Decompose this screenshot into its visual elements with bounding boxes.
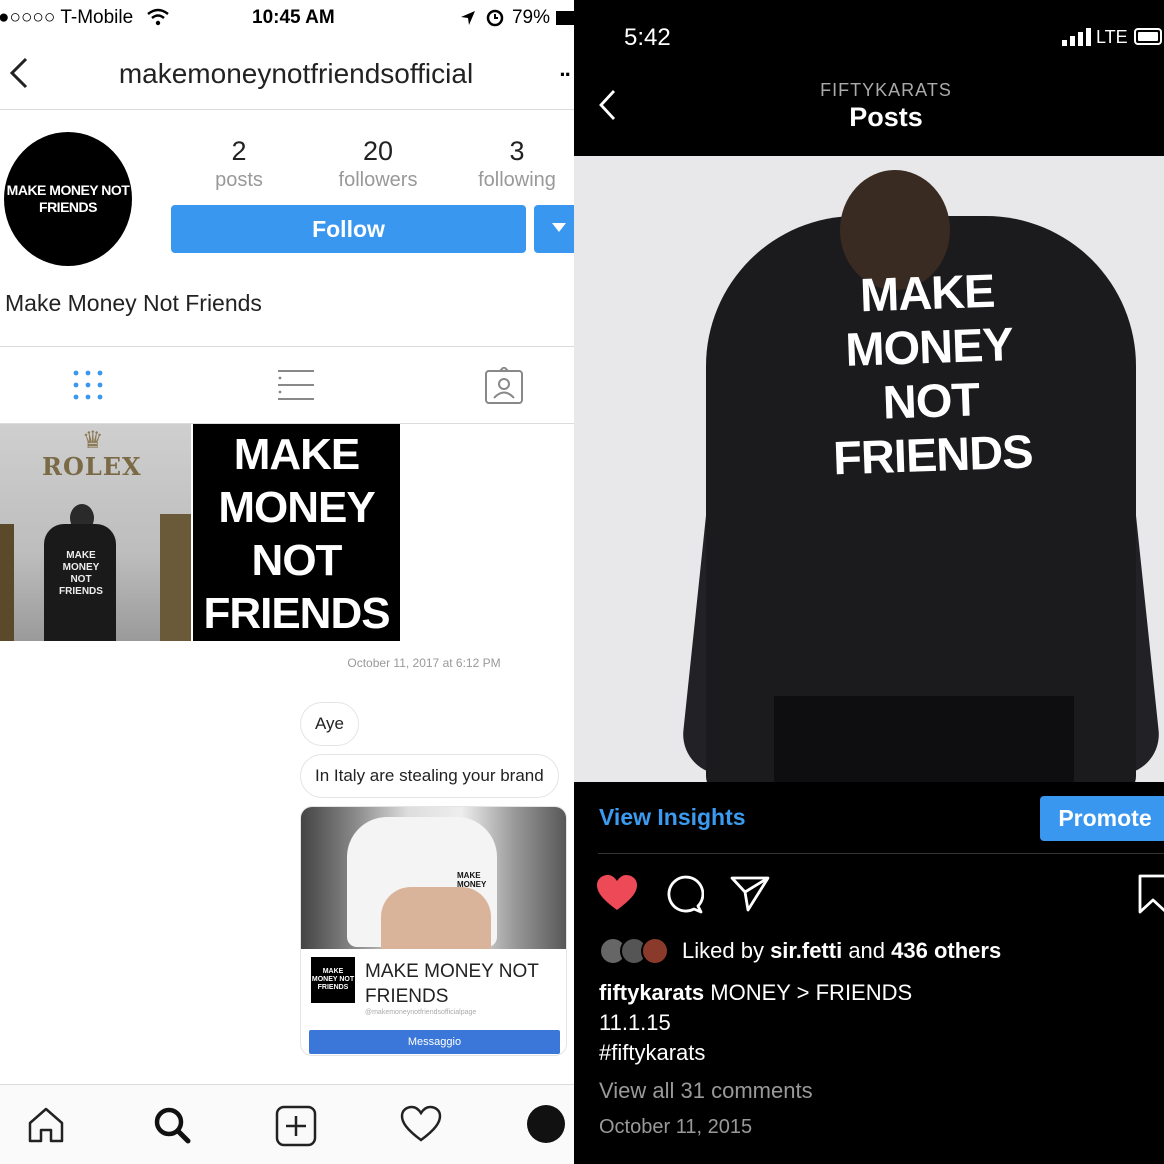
profile-avatar-icon[interactable] (527, 1105, 565, 1143)
liker-avatars[interactable] (598, 936, 674, 971)
jacket-print: MAKE MONEY NOT FRIENDS (816, 262, 1043, 486)
heart-filled-icon[interactable] (596, 874, 638, 912)
account-name: FIFTYKARATS (820, 80, 952, 100)
post-photo[interactable]: MAKE MONEY NOT FRIENDS (574, 156, 1164, 782)
alarm-icon (486, 9, 504, 27)
message-timestamp: October 11, 2017 at 6:12 PM (347, 656, 501, 670)
profile-avatar: MAKE MONEY NOT FRIENDS (4, 132, 132, 266)
search-icon[interactable] (152, 1105, 192, 1145)
stat-following[interactable]: 3 following (452, 136, 574, 192)
list-view-icon[interactable] (278, 369, 314, 401)
bookmark-icon[interactable] (1138, 874, 1164, 914)
stat-number: 3 (509, 136, 525, 166)
comment-icon[interactable] (664, 874, 704, 914)
stat-label: following (478, 169, 556, 191)
wifi-icon (147, 8, 169, 26)
more-options-icon[interactable]: ·· (559, 62, 572, 88)
liked-by-middle: and (842, 938, 892, 963)
tagged-photos-icon[interactable] (484, 367, 524, 405)
heart-icon[interactable] (400, 1105, 442, 1143)
battery-icon (1134, 28, 1162, 45)
post-text-line: FRIENDS (203, 589, 390, 638)
divider (598, 853, 1164, 854)
profile-display-name: Make Money Not Friends (5, 290, 262, 316)
shirt-text: MAKE MONEY (457, 871, 487, 889)
post-date: October 11, 2015 (599, 1116, 753, 1138)
battery-icon (556, 11, 574, 25)
stat-number: 2 (231, 136, 247, 166)
jacket-text-line: MONEY (844, 317, 1014, 376)
follow-button[interactable]: Follow (171, 205, 526, 253)
stat-label: followers (338, 169, 418, 191)
message-button[interactable]: Messaggio (309, 1030, 560, 1054)
shared-profile-card[interactable]: MAKE MONEY MAKE MONEY NOT FRIENDS MAKE M… (300, 806, 567, 1056)
post-thumbnail-rolex[interactable]: ♛ ROLEX MAKE MONEY NOT FRIENDS (0, 424, 191, 641)
door (0, 524, 14, 641)
promote-button[interactable]: Promote (1040, 796, 1164, 841)
door (160, 514, 191, 641)
liker-avatar-stack (599, 937, 669, 965)
liked-by-prefix: Liked by (682, 938, 771, 963)
jacket-text-line: MAKE (859, 263, 996, 322)
view-comments-link[interactable]: View all 31 comments (599, 1078, 813, 1104)
bottom-nav (0, 1084, 574, 1164)
jacket-text-line: FRIENDS (832, 424, 1034, 485)
jacket-text: MAKE MONEY NOT FRIENDS (59, 550, 103, 597)
caption-line: fiftykarats MONEY > FRIENDS (599, 980, 912, 1006)
status-time: 5:42 (624, 24, 671, 51)
carrier-label: ●○○○○ T-Mobile (0, 7, 134, 28)
add-icon[interactable] (275, 1105, 317, 1147)
caption-user[interactable]: fiftykarats (599, 980, 704, 1005)
post-text-line: MAKE (233, 430, 361, 479)
stat-followers[interactable]: 20 followers (313, 136, 443, 192)
suggested-dropdown-button[interactable] (534, 205, 574, 253)
message-bubble[interactable]: Aye (300, 702, 359, 746)
stat-number: 20 (362, 136, 394, 166)
pants (774, 696, 1074, 782)
right-screenshot: 5:42 LTE FIFTYKARATS Posts MAKE MONEY NO… (574, 0, 1164, 1164)
shared-photo: MAKE MONEY (301, 807, 566, 949)
location-icon (461, 11, 475, 25)
message-bubble[interactable]: In Italy are stealing your brand (300, 754, 559, 798)
skin (381, 887, 491, 949)
network-type: LTE (1096, 27, 1128, 47)
status-time: 10:45 AM (252, 7, 335, 28)
caption-hashtag[interactable]: #fiftykarats (599, 1040, 705, 1066)
liked-by-text[interactable]: Liked by sir.fetti and 436 others (682, 938, 1001, 964)
caption-text: MONEY > FRIENDS (704, 980, 913, 1005)
signal-icon (1062, 28, 1091, 46)
stat-posts[interactable]: 2 posts (174, 136, 304, 192)
stat-label: posts (215, 169, 263, 191)
jacket-text-line: NOT (881, 372, 980, 429)
home-icon[interactable] (26, 1105, 66, 1145)
profile-username: makemoneynotfriendsofficial (118, 58, 474, 89)
share-icon[interactable] (730, 876, 770, 912)
crown-icon: ♛ (82, 427, 104, 454)
page-title: Posts (849, 102, 923, 132)
post-text-line: NOT (251, 536, 343, 585)
shared-profile-handle: @makemoneynotfriendsofficialpage (365, 1009, 477, 1016)
battery-percent: 79% (511, 7, 550, 28)
grid-view-icon[interactable] (72, 369, 104, 401)
view-insights-link[interactable]: View Insights (599, 804, 746, 831)
liked-by-user[interactable]: sir.fetti (770, 938, 842, 963)
shared-profile-logo: MAKE MONEY NOT FRIENDS (311, 957, 355, 1003)
post-text-line: MONEY (218, 483, 375, 532)
status-bar: ●○○○○ T-Mobile 10:45 AM 79% (0, 0, 574, 36)
shared-profile-name: MAKE MONEY NOT FRIENDS (365, 961, 539, 1007)
post-thumbnail-text[interactable]: MAKE MONEY NOT FRIENDS (193, 424, 400, 641)
storefront-sign: ROLEX (42, 452, 142, 481)
caption-line: 11.1.15 (599, 1010, 671, 1035)
caret-down-icon (552, 223, 566, 232)
profile-header: makemoneynotfriendsofficial ·· (0, 44, 574, 110)
left-screenshot: ●○○○○ T-Mobile 10:45 AM 79% makemoneynot… (0, 0, 574, 1164)
profile-tabs (0, 346, 574, 424)
liked-by-others[interactable]: 436 others (891, 938, 1001, 963)
